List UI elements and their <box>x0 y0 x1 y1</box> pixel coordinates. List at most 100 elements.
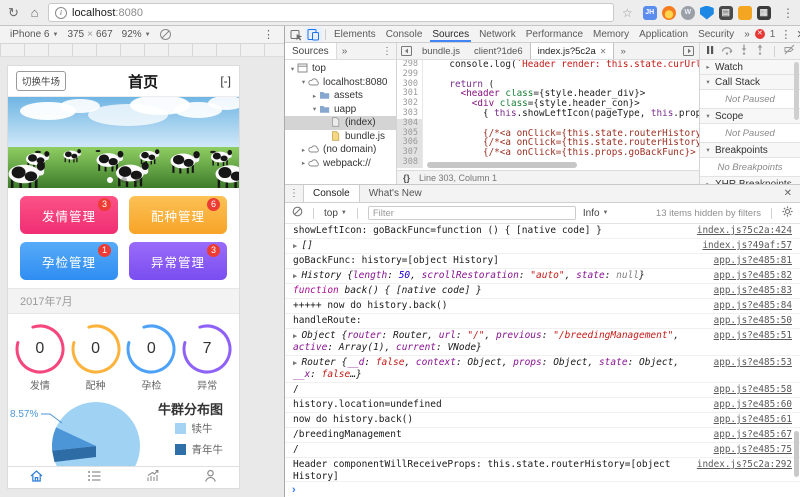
tree-item-top[interactable]: ▾ top <box>285 62 396 76</box>
browser-menu-icon[interactable]: ⋮ <box>782 6 794 20</box>
tree-arrow-icon[interactable]: ▾ <box>299 78 308 86</box>
console-source-link[interactable]: app.js?e485:75 <box>714 444 792 456</box>
console-source-link[interactable]: app.js?e485:82 <box>714 270 792 282</box>
step-over-icon[interactable] <box>721 42 733 60</box>
devtools-tab-console[interactable]: Console <box>381 26 428 42</box>
pause-script-icon[interactable] <box>705 42 715 60</box>
extension-icon-flame[interactable] <box>661 5 676 20</box>
step-out-icon[interactable] <box>755 42 765 60</box>
tree-item--index-[interactable]: (index) <box>285 116 396 130</box>
hide-navigator-icon[interactable] <box>397 46 415 56</box>
tree-item-localhost-8080[interactable]: ▾ localhost:8080 <box>285 76 396 90</box>
tree-arrow-icon[interactable]: ▸ <box>299 159 308 167</box>
sidebar-section-call-stack[interactable]: ▾ Call Stack <box>700 75 800 90</box>
more-tabs-button[interactable]: » <box>739 26 755 42</box>
drawer-close-icon[interactable]: ✕ <box>784 188 800 199</box>
carousel-dots[interactable] <box>8 177 239 183</box>
show-debugger-icon[interactable] <box>683 46 699 56</box>
devtools-tab-sources[interactable]: Sources <box>427 26 474 42</box>
menu-button[interactable]: 孕检管理 1 <box>20 242 118 280</box>
bookmark-star-icon[interactable]: ☆ <box>622 6 633 20</box>
devtools-menu-icon[interactable]: ⋮ <box>780 28 791 41</box>
app-tab-user[interactable]: 个人中心 <box>181 467 239 488</box>
sidebar-section-watch[interactable]: ▸ Watch <box>700 60 800 75</box>
tree-item-uapp[interactable]: ▾ uapp <box>285 103 396 117</box>
extension-icon-wallet[interactable]: W <box>680 5 695 20</box>
reload-icon[interactable]: ↻ <box>6 5 21 21</box>
device-dimensions[interactable]: 375 × 667 <box>67 29 112 40</box>
menu-button[interactable]: 发情管理 3 <box>20 196 118 234</box>
inspect-element-icon[interactable] <box>288 27 305 42</box>
navigator-menu-icon[interactable]: ⋮ <box>382 46 396 57</box>
carousel-dot[interactable] <box>134 177 141 183</box>
tree-arrow-icon[interactable]: ▾ <box>310 105 319 113</box>
console-settings-icon[interactable] <box>782 206 793 220</box>
switch-farm-button[interactable]: 切换牛场 <box>16 71 67 91</box>
console-source-link[interactable]: index.js?5c2a:292 <box>697 459 792 471</box>
devtools-close-icon[interactable]: ✕ <box>796 28 800 41</box>
home-icon[interactable]: ⌂ <box>27 5 42 20</box>
app-tab-report[interactable]: 报表系统 <box>124 467 182 488</box>
sidebar-scrollbar[interactable] <box>794 62 799 120</box>
console-source-link[interactable]: index.js?49af:57 <box>702 240 792 252</box>
clear-console-icon[interactable] <box>292 206 303 220</box>
console-source-link[interactable]: app.js?e485:61 <box>714 414 792 426</box>
horizontal-scrollbar[interactable] <box>427 162 577 168</box>
carousel-dot-active[interactable] <box>106 177 113 183</box>
extension-icon-shield[interactable] <box>699 5 714 20</box>
devtools-tab-application[interactable]: Application <box>634 26 693 42</box>
pretty-print-icon[interactable]: {} <box>403 173 410 183</box>
device-toolbar-toggle-icon[interactable] <box>305 26 322 42</box>
tree-item-assets[interactable]: ▸ assets <box>285 89 396 103</box>
banner-carousel[interactable] <box>8 95 239 190</box>
console-source-link[interactable]: app.js?e485:53 <box>714 357 792 369</box>
devtools-tab-memory[interactable]: Memory <box>588 26 634 42</box>
navigator-tab-sources[interactable]: Sources <box>285 43 337 59</box>
extension-icon-swatch[interactable] <box>737 5 752 20</box>
code-editor[interactable]: 298 console.log(`Header render: this.sta… <box>397 60 699 170</box>
step-into-icon[interactable] <box>739 42 749 60</box>
more-file-tabs[interactable]: » <box>614 46 631 57</box>
console-source-link[interactable]: app.js?e485:84 <box>714 300 792 312</box>
file-tab[interactable]: index.js?5c2a ✕ <box>529 43 615 59</box>
devtools-tab-security[interactable]: Security <box>693 26 739 42</box>
app-tab-home[interactable]: 首页 <box>8 467 66 488</box>
sidebar-section-xhr-breakpoints[interactable]: ▸XHR Breakpoints <box>700 177 800 184</box>
drawer-menu-icon[interactable]: ⋮ <box>285 188 303 199</box>
log-level-select[interactable]: Info ▼ <box>583 208 609 219</box>
console-prompt[interactable]: › <box>285 481 800 497</box>
console-source-link[interactable]: app.js?e485:83 <box>714 285 792 297</box>
page-info-icon[interactable]: i <box>55 6 67 19</box>
collapse-button[interactable]: [-] <box>220 74 231 88</box>
tree-arrow-icon[interactable]: ▸ <box>299 146 308 154</box>
url-bar[interactable]: i localhost:8080 <box>48 3 614 22</box>
zoom-select[interactable]: 92% ▼ <box>122 29 151 40</box>
execution-context-select[interactable]: top ▼ <box>324 208 347 219</box>
console-source-link[interactable]: app.js?e485:67 <box>714 429 792 441</box>
device-select[interactable]: iPhone 6 ▼ <box>10 29 58 40</box>
console-source-link[interactable]: index.js?5c2a:424 <box>697 225 792 237</box>
file-tab[interactable]: bundle.js <box>415 43 467 59</box>
console-tab-console[interactable]: Console <box>303 185 360 202</box>
sidebar-section-breakpoints[interactable]: ▾ Breakpoints <box>700 143 800 158</box>
tree-arrow-icon[interactable]: ▾ <box>288 65 297 73</box>
error-badge-icon[interactable]: ✕ <box>754 29 765 39</box>
tree-item-bundle-js[interactable]: bundle.js <box>285 130 396 144</box>
carousel-dot[interactable] <box>120 177 127 183</box>
devtools-tab-network[interactable]: Network <box>474 26 521 42</box>
tree-item--no-domain-[interactable]: ▸ (no domain) <box>285 143 396 157</box>
devtools-tab-elements[interactable]: Elements <box>329 26 381 42</box>
console-source-link[interactable]: app.js?e485:60 <box>714 399 792 411</box>
menu-button[interactable]: 异常管理 3 <box>129 242 227 280</box>
device-toolbar-menu-icon[interactable]: ⋮ <box>263 28 274 41</box>
console-scrollbar[interactable] <box>794 431 799 477</box>
console-source-link[interactable]: app.js?e485:50 <box>714 315 792 327</box>
extension-icon-qr[interactable]: ▦ <box>756 5 771 20</box>
app-tab-list[interactable]: 功能列表 <box>66 467 124 488</box>
tree-item-webpack-[interactable]: ▸ webpack:// <box>285 157 396 171</box>
console-source-link[interactable]: app.js?e485:81 <box>714 255 792 267</box>
navigator-more-tabs[interactable]: » <box>337 46 353 57</box>
deactivate-breakpoints-icon[interactable] <box>784 42 795 60</box>
console-source-link[interactable]: app.js?e485:51 <box>714 330 792 342</box>
sidebar-section-scope[interactable]: ▾ Scope <box>700 109 800 124</box>
